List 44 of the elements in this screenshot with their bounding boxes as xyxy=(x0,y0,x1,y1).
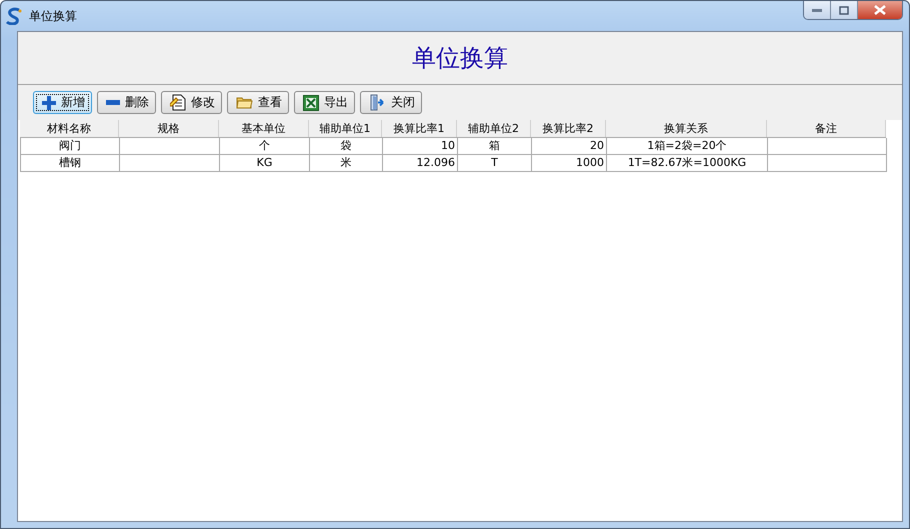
spreadsheet-icon xyxy=(303,94,319,110)
plus-icon xyxy=(42,96,56,110)
door-arrow-icon xyxy=(369,94,386,111)
table-cell: 阀门 xyxy=(59,139,81,152)
close-button[interactable] xyxy=(858,1,902,19)
add-button[interactable]: 新增 xyxy=(33,91,92,114)
table-cell: 1000 xyxy=(576,156,604,169)
column-header[interactable]: 换算比率2 xyxy=(531,120,606,137)
maximize-button[interactable] xyxy=(831,1,858,19)
table-cell: 槽钢 xyxy=(59,156,81,169)
column-header[interactable]: 辅助单位2 xyxy=(457,120,531,137)
remove-button[interactable]: 删除 xyxy=(97,91,156,114)
window-title: 单位换算 xyxy=(29,8,77,24)
table-cell: 袋 xyxy=(340,139,352,152)
close-button[interactable]: 关闭 xyxy=(360,91,422,114)
page-title: 单位换算 xyxy=(412,43,508,74)
document-pencil-icon xyxy=(170,94,186,111)
table-cell: 1箱=2袋=20个 xyxy=(647,139,727,152)
maximize-icon xyxy=(839,6,849,14)
table-cell: 米 xyxy=(340,156,352,169)
column-header[interactable]: 基本单位 xyxy=(219,120,309,137)
folder-icon xyxy=(236,96,253,109)
view-button[interactable]: 查看 xyxy=(227,91,289,114)
export-button[interactable]: 导出 xyxy=(294,91,355,114)
column-header[interactable]: 换算比率1 xyxy=(382,120,457,137)
close-icon xyxy=(874,5,886,15)
minimize-icon xyxy=(812,8,822,12)
column-header[interactable]: 换算关系 xyxy=(606,120,767,137)
table-cell: 个 xyxy=(259,139,270,152)
edit-button[interactable]: 修改 xyxy=(161,91,222,114)
table-cell: KG xyxy=(256,156,272,169)
table-cell: 箱 xyxy=(489,139,500,152)
column-header[interactable]: 规格 xyxy=(119,120,219,137)
app-logo-icon xyxy=(5,7,23,25)
column-header[interactable]: 辅助单位1 xyxy=(309,120,382,137)
column-header[interactable]: 材料名称 xyxy=(20,120,119,137)
table-cell: 1T=82.67米=1000KG xyxy=(628,156,746,169)
minimize-button[interactable] xyxy=(804,1,831,19)
column-header[interactable]: 备注 xyxy=(767,120,886,137)
minus-icon xyxy=(106,100,120,105)
table-cell: 12.096 xyxy=(416,156,455,169)
table-cell: T xyxy=(491,156,498,169)
table-cell: 10 xyxy=(441,139,455,152)
table-cell: 20 xyxy=(590,139,604,152)
